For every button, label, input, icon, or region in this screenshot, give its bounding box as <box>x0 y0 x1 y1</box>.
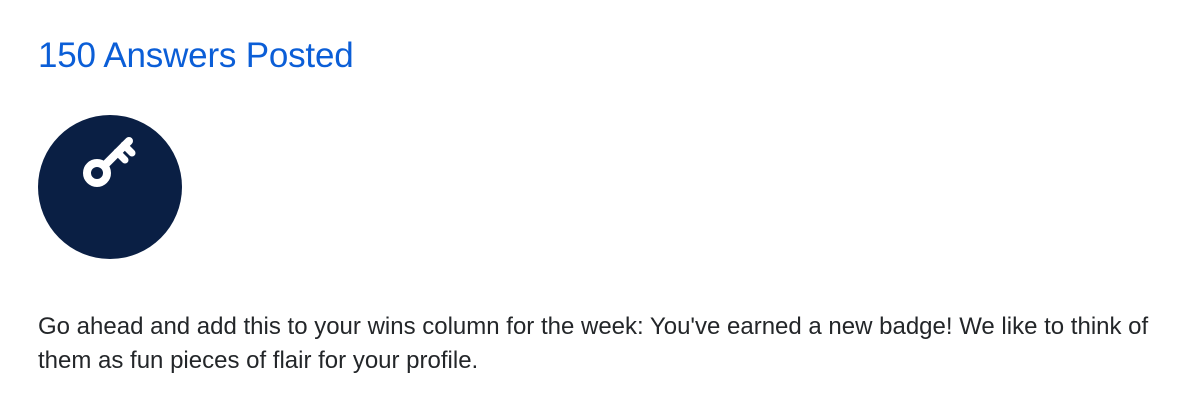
badge-title[interactable]: 150 Answers Posted <box>38 36 354 76</box>
badge-description: Go ahead and add this to your wins colum… <box>38 313 1149 374</box>
key-tooth <box>120 141 136 157</box>
badge-icon: 150 <box>38 115 182 343</box>
key-icon <box>83 137 136 187</box>
key-tooth <box>113 148 129 164</box>
badge-announcement: 150 Answers Posted 150 Go ahead and add … <box>0 0 1200 411</box>
